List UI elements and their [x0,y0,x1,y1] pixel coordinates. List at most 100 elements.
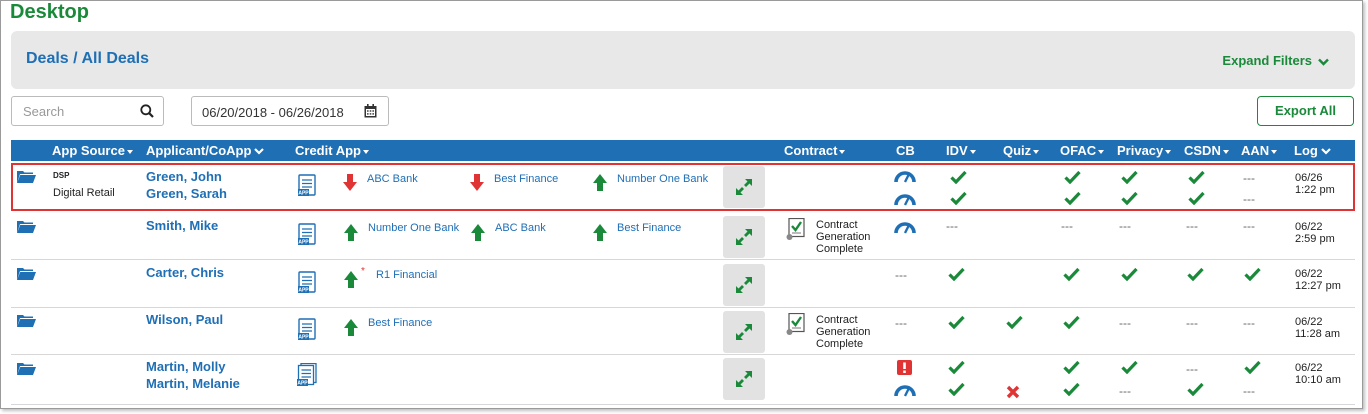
col-cb[interactable]: CB [896,143,915,158]
credit-app-icon[interactable]: APP [297,174,316,198]
col-aan-label: AAN [1241,143,1270,158]
col-credit-app-label: Credit App [295,143,361,158]
lender-link[interactable]: R1 Financial [376,270,476,281]
arrow-up-icon [344,319,358,336]
table-row[interactable]: Martin, Molly Martin, Melanie APP --- --… [11,355,1355,405]
folder-icon[interactable] [17,170,36,183]
col-quiz[interactable]: Quiz [1003,143,1040,158]
chevron-down-icon [1318,58,1329,66]
table-row[interactable]: Smith, Mike APP Number One Bank ABC Bank… [11,213,1355,260]
check-icon [1244,267,1261,281]
credit-gauge-icon[interactable] [894,382,916,397]
table-row[interactable]: Wilson, Paul APP Best Finance Contract G… [11,308,1355,355]
empty-value: --- [1243,384,1255,398]
lender-link[interactable]: ABC Bank [367,174,467,185]
page-title: Desktop [10,1,89,23]
expand-row-button[interactable] [723,311,765,353]
col-privacy-label: Privacy [1117,143,1164,158]
expand-row-button[interactable] [723,264,765,306]
expand-icon [736,277,752,293]
arrow-down-icon [343,174,357,191]
date-range-picker[interactable]: 06/20/2018 - 06/26/2018 [191,96,389,126]
credit-gauge-icon[interactable] [894,219,916,234]
lender-link[interactable]: Number One Bank [617,174,717,185]
export-all-button[interactable]: Export All [1257,96,1354,126]
applicant-name[interactable]: Green, John [146,168,222,185]
log-time: 10:10 am [1295,374,1341,386]
col-app-source[interactable]: App Source [52,143,133,158]
applicant-name[interactable]: Martin, Molly [146,358,225,375]
search-icon[interactable] [140,104,154,118]
expand-filters-button[interactable]: Expand Filters [1222,53,1329,68]
contract-document-icon[interactable] [786,218,806,241]
app-source: Digital Retail [53,187,115,199]
col-aan[interactable]: AAN [1241,143,1278,158]
folder-icon[interactable] [17,362,36,375]
expand-row-button[interactable] [723,216,765,258]
expand-icon [736,179,752,195]
multiple-apps-icon[interactable]: APP [296,363,317,388]
log-time: 11:28 am [1295,328,1341,340]
chevron-down-icon [1321,148,1331,155]
lender-link[interactable]: Best Finance [368,318,468,329]
calendar-icon[interactable] [364,104,377,118]
alert-icon[interactable] [897,360,912,375]
col-privacy[interactable]: Privacy [1117,143,1172,158]
col-applicant[interactable]: Applicant/CoApp [146,143,265,158]
arrow-down-icon [470,174,484,191]
col-csdn[interactable]: CSDN [1184,143,1229,158]
folder-icon[interactable] [17,267,36,280]
table-row[interactable]: Carter, Chris APP * R1 Financial --- 06/… [11,261,1355,308]
credit-app-icon[interactable]: APP [297,271,316,295]
lender-link[interactable]: Best Finance [617,223,717,234]
empty-value: --- [1119,219,1131,233]
lender-link[interactable]: Number One Bank [368,223,468,234]
col-quiz-label: Quiz [1003,143,1032,158]
col-ofac[interactable]: OFAC [1060,143,1105,158]
check-icon [1188,170,1205,184]
credit-gauge-icon[interactable] [894,168,916,183]
lender-link[interactable]: Best Finance [494,174,594,185]
search-input[interactable] [12,97,136,125]
col-contract[interactable]: Contract [784,143,846,158]
col-log-label: Log [1294,143,1318,158]
folder-icon[interactable] [17,220,36,233]
check-icon [1121,267,1138,281]
col-app-source-label: App Source [52,143,125,158]
col-credit-app[interactable]: Credit App [295,143,369,158]
chevron-down-icon [254,148,265,155]
lender-link[interactable]: ABC Bank [495,223,595,234]
breadcrumb[interactable]: Deals / All Deals [26,50,149,68]
expand-icon [736,371,752,387]
applicant-name[interactable]: Wilson, Paul [146,311,223,328]
coapplicant-name[interactable]: Martin, Melanie [146,375,240,392]
expand-row-button[interactable] [723,358,765,400]
empty-value: --- [1119,384,1131,398]
check-icon [1064,170,1081,184]
log-date: 06/22 [1295,221,1323,233]
log-date: 06/26 [1295,172,1323,184]
source-badge: DSP [53,171,70,180]
arrow-up-icon [593,224,607,241]
col-idv[interactable]: IDV [946,143,976,158]
col-log[interactable]: Log [1294,143,1331,158]
col-ofac-label: OFAC [1060,143,1097,158]
applicant-name[interactable]: Smith, Mike [146,217,218,234]
check-icon [948,315,965,329]
empty-value: --- [1243,171,1255,185]
credit-app-icon[interactable]: APP [297,318,316,342]
table-row[interactable]: DSP Digital Retail Green, John Green, Sa… [11,163,1355,211]
coapplicant-name[interactable]: Green, Sarah [146,185,227,202]
search-field[interactable] [11,96,164,126]
credit-gauge-icon[interactable] [894,191,916,206]
check-icon [1121,191,1138,205]
contract-document-icon[interactable] [786,313,806,336]
folder-icon[interactable] [17,314,36,327]
date-range-value: 06/20/2018 - 06/26/2018 [202,105,344,120]
applicant-name[interactable]: Carter, Chris [146,264,224,281]
empty-value: --- [1061,219,1073,233]
col-applicant-label: Applicant/CoApp [146,143,252,158]
expand-icon [736,324,752,340]
expand-row-button[interactable] [723,166,765,208]
credit-app-icon[interactable]: APP [297,223,316,247]
